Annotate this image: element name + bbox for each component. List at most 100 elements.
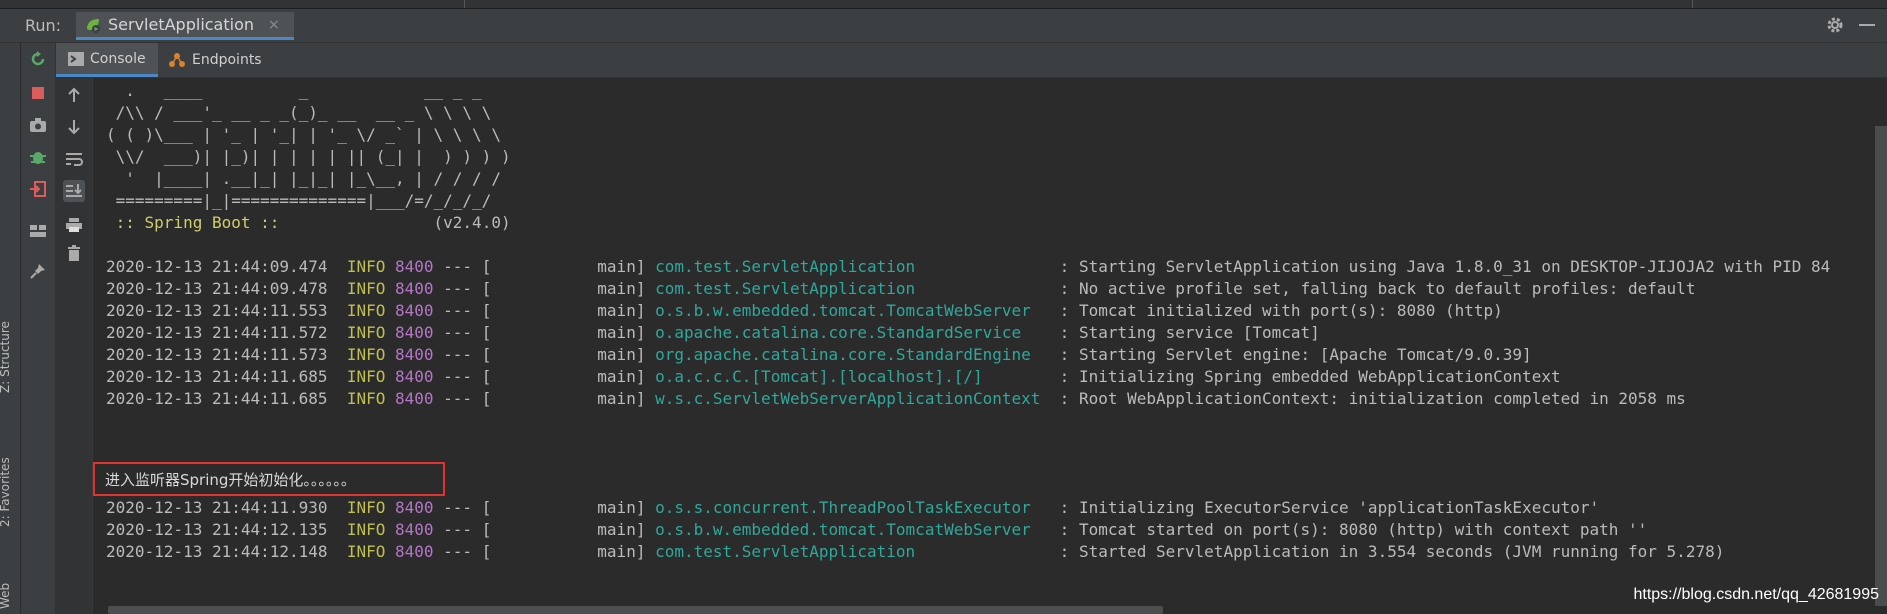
log-line: 2020-12-13 21:44:09.474 INFO 8400 --- [ … xyxy=(106,257,1830,277)
log-level: INFO xyxy=(346,345,386,364)
rerun-icon[interactable] xyxy=(28,49,48,69)
log-level: INFO xyxy=(346,301,386,320)
log-pid: 8400 xyxy=(395,323,434,342)
log-line: 2020-12-13 21:44:11.685 INFO 8400 --- [ … xyxy=(106,367,1561,387)
scroll-to-end-icon[interactable] xyxy=(63,180,85,202)
log-pid: 8400 xyxy=(395,345,434,364)
banner-line: ( ( )\___ | '_ | '_| | '_ \/ _` | \ \ \ … xyxy=(106,125,501,144)
print-icon[interactable] xyxy=(63,214,85,236)
log-level: INFO xyxy=(346,389,386,408)
run-tab-title: ServletApplication xyxy=(108,15,255,34)
tab-console[interactable]: Console xyxy=(56,43,158,77)
log-line: 2020-12-13 21:44:09.478 INFO 8400 --- [ … xyxy=(106,279,1695,299)
gear-icon[interactable] xyxy=(1825,15,1845,35)
log-class: com.test.ServletApplication xyxy=(655,279,1051,298)
log-pid: 8400 xyxy=(395,520,434,539)
log-timestamp: 2020-12-13 21:44:09.478 xyxy=(106,279,328,298)
banner-line: ' |____| .__|_| |_|_| |_\__, | / / / / xyxy=(106,169,501,188)
soft-wrap-icon[interactable] xyxy=(63,148,85,170)
divider xyxy=(1692,0,1693,8)
log-level: INFO xyxy=(346,498,386,517)
debug-icon[interactable] xyxy=(28,147,48,167)
log-thread: --- [ main] xyxy=(433,345,656,364)
log-thread: --- [ main] xyxy=(433,367,656,386)
banner-line: \\/ ___)| |_)| | | | | || (_| | ) ) ) ) xyxy=(106,147,511,166)
tab-endpoints[interactable]: Endpoints xyxy=(156,43,274,77)
log-message: : Root WebApplicationContext: initializa… xyxy=(1050,389,1686,408)
log-class: o.a.c.c.C.[Tomcat].[localhost].[/] xyxy=(655,367,1051,386)
spring-boot-version-line: :: Spring Boot :: (v2.4.0) xyxy=(106,213,511,233)
log-level: INFO xyxy=(346,367,386,386)
highlight-box xyxy=(93,462,445,496)
log-level: INFO xyxy=(346,257,386,276)
left-tool-stripe: Z: Structure 2: Favorites Web xyxy=(0,43,21,614)
log-class: o.s.b.w.embedded.tomcat.TomcatWebServer xyxy=(655,301,1051,320)
log-line: 2020-12-13 21:44:11.553 INFO 8400 --- [ … xyxy=(106,301,1503,321)
watermark: https://blog.csdn.net/qq_42681995 xyxy=(1633,586,1879,603)
log-timestamp: 2020-12-13 21:44:11.573 xyxy=(106,345,328,364)
tab-endpoints-label: Endpoints xyxy=(192,52,262,68)
log-timestamp: 2020-12-13 21:44:11.685 xyxy=(106,389,328,408)
log-class: o.s.s.concurrent.ThreadPoolTaskExecutor xyxy=(655,498,1051,517)
run-action-bar xyxy=(21,43,56,614)
log-thread: --- [ main] xyxy=(433,279,656,298)
log-pid: 8400 xyxy=(395,542,434,561)
spring-run-icon xyxy=(87,18,100,33)
log-level: INFO xyxy=(346,520,386,539)
exit-icon[interactable] xyxy=(28,179,48,199)
log-thread: --- [ main] xyxy=(433,498,656,517)
close-icon[interactable]: × xyxy=(268,17,280,33)
favorites-tool-label[interactable]: 2: Favorites xyxy=(0,457,12,527)
log-timestamp: 2020-12-13 21:44:12.135 xyxy=(106,520,328,539)
log-thread: --- [ main] xyxy=(433,301,656,320)
log-timestamp: 2020-12-13 21:44:12.148 xyxy=(106,542,328,561)
trash-icon[interactable] xyxy=(63,242,85,264)
log-message: : Initializing ExecutorService 'applicat… xyxy=(1050,498,1600,517)
stop-icon[interactable] xyxy=(28,83,48,103)
log-timestamp: 2020-12-13 21:44:11.685 xyxy=(106,367,328,386)
tab-console-label: Console xyxy=(90,50,146,67)
run-toolbar: Run: ServletApplication × xyxy=(0,9,1887,43)
pin-icon[interactable] xyxy=(28,261,48,281)
log-pid: 8400 xyxy=(395,498,434,517)
log-line: 2020-12-13 21:44:11.572 INFO 8400 --- [ … xyxy=(106,323,1320,343)
spring-boot-label: :: Spring Boot :: xyxy=(106,213,290,232)
log-level: INFO xyxy=(346,542,386,561)
web-tool-label[interactable]: Web xyxy=(0,583,12,609)
spring-boot-version: (v2.4.0) xyxy=(289,213,511,232)
minimize-icon[interactable] xyxy=(1859,24,1875,26)
log-pid: 8400 xyxy=(395,389,434,408)
log-message: : Starting Servlet engine: [Apache Tomca… xyxy=(1050,345,1532,364)
log-message: : Tomcat started on port(s): 8080 (http)… xyxy=(1050,520,1648,539)
log-timestamp: 2020-12-13 21:44:11.553 xyxy=(106,301,328,320)
camera-icon[interactable] xyxy=(28,115,48,135)
log-level: INFO xyxy=(346,323,386,342)
log-message: : Initializing Spring embedded WebApplic… xyxy=(1050,367,1561,386)
banner-line: /\\ / ___'_ __ _ _(_)_ __ __ _ \ \ \ \ xyxy=(106,103,492,122)
arrow-down-icon[interactable] xyxy=(63,116,85,138)
arrow-up-icon[interactable] xyxy=(63,84,85,106)
log-class: com.test.ServletApplication xyxy=(655,542,1051,561)
vertical-scrollbar[interactable] xyxy=(1875,126,1887,606)
console-output[interactable]: . ____ _ __ _ _ /\\ / ___'_ __ _ _(_)_ _… xyxy=(93,78,1887,614)
log-level: INFO xyxy=(346,279,386,298)
log-message: : Started ServletApplication in 3.554 se… xyxy=(1050,542,1725,561)
banner-line: . ____ _ __ _ _ xyxy=(106,81,482,100)
log-line: 2020-12-13 21:44:12.135 INFO 8400 --- [ … xyxy=(106,520,1647,540)
banner-line: =========|_|==============|___/=/_/_/_/ xyxy=(106,191,492,210)
log-thread: --- [ main] xyxy=(433,323,656,342)
log-line: 2020-12-13 21:44:11.930 INFO 8400 --- [ … xyxy=(106,498,1599,518)
console-icon xyxy=(68,51,84,66)
log-class: o.s.b.w.embedded.tomcat.TomcatWebServer xyxy=(655,520,1051,539)
top-strip xyxy=(0,0,1887,9)
log-thread: --- [ main] xyxy=(433,542,656,561)
log-line: 2020-12-13 21:44:11.685 INFO 8400 --- [ … xyxy=(106,389,1686,409)
log-class: com.test.ServletApplication xyxy=(655,257,1051,276)
structure-tool-label[interactable]: Z: Structure xyxy=(0,321,12,393)
layout-icon[interactable] xyxy=(28,221,48,241)
log-class: w.s.c.ServletWebServerApplicationContext xyxy=(655,389,1051,408)
log-timestamp: 2020-12-13 21:44:11.930 xyxy=(106,498,328,517)
run-tab-servlet-application[interactable]: ServletApplication × xyxy=(76,12,294,40)
horizontal-scrollbar[interactable] xyxy=(108,606,1163,614)
log-message: : No active profile set, falling back to… xyxy=(1050,279,1696,298)
